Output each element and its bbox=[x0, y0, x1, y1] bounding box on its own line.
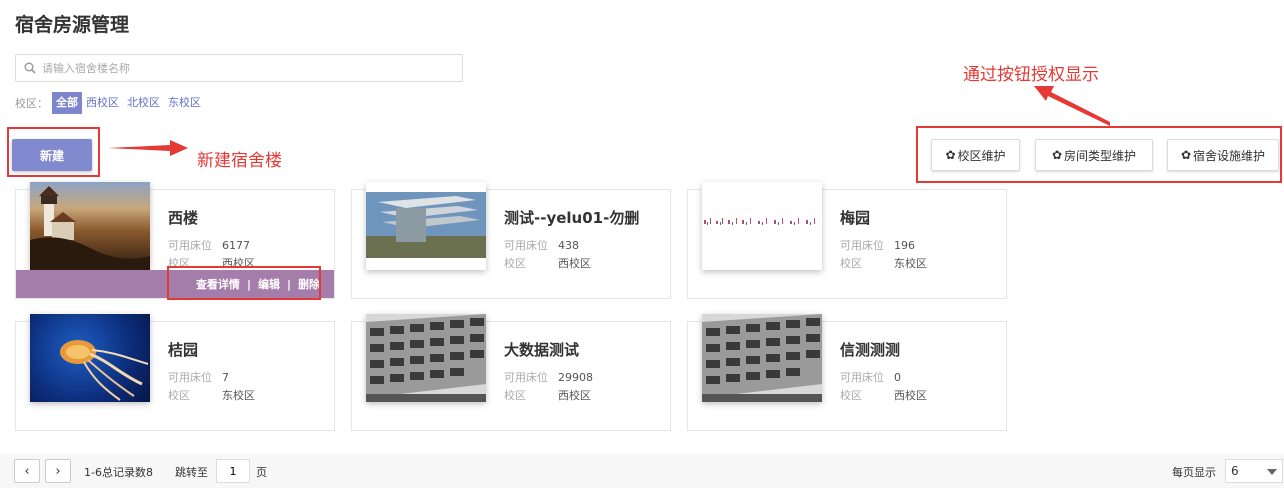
building-thumbnail bbox=[366, 182, 486, 270]
campus-label: 校区 bbox=[840, 257, 862, 270]
gear-icon: ✿ bbox=[945, 148, 956, 162]
campus-value: 东校区 bbox=[222, 389, 255, 402]
beds-value: 6177 bbox=[222, 239, 250, 252]
beds-label: 可用床位 bbox=[840, 371, 884, 384]
search-input[interactable] bbox=[42, 61, 442, 75]
beds-value: 438 bbox=[558, 239, 579, 252]
prev-page-button[interactable]: ‹ bbox=[14, 459, 40, 483]
building-name: 测试--yelu01-勿删 bbox=[504, 209, 640, 227]
beds-value: 196 bbox=[894, 239, 915, 252]
campus-value: 西校区 bbox=[894, 389, 927, 402]
building-thumbnail bbox=[702, 314, 822, 402]
building-thumbnail bbox=[702, 182, 822, 270]
campus-filter-label: 校区： bbox=[15, 97, 48, 110]
annotation-box-actions bbox=[167, 266, 321, 300]
building-thumbnail bbox=[30, 182, 150, 270]
search-box[interactable] bbox=[15, 54, 463, 82]
next-page-button[interactable]: › bbox=[45, 459, 71, 483]
campus-option-all[interactable]: 全部 bbox=[52, 92, 82, 114]
beds-label: 可用床位 bbox=[168, 371, 212, 384]
campus-option-east[interactable]: 东校区 bbox=[164, 92, 205, 114]
per-page-select[interactable]: 6 bbox=[1225, 459, 1283, 483]
annotation-arrow-new bbox=[108, 140, 188, 156]
beds-label: 可用床位 bbox=[168, 239, 212, 252]
campus-label: 校区 bbox=[840, 389, 862, 402]
page-unit-label: 页 bbox=[256, 466, 267, 479]
campus-value: 东校区 bbox=[894, 257, 927, 270]
gear-icon: ✿ bbox=[1051, 148, 1063, 162]
building-card[interactable]: 大数据测试 可用床位 29908 校区 西校区 bbox=[351, 314, 671, 431]
beds-label: 可用床位 bbox=[840, 239, 884, 252]
chevron-down-icon bbox=[1267, 469, 1277, 475]
campus-option-north[interactable]: 北校区 bbox=[123, 92, 164, 114]
jump-page-input[interactable] bbox=[216, 459, 250, 483]
building-thumbnail bbox=[30, 314, 150, 402]
campus-label: 校区 bbox=[504, 389, 526, 402]
campus-label: 校区 bbox=[504, 257, 526, 270]
beds-value: 0 bbox=[894, 371, 901, 384]
beds-label: 可用床位 bbox=[504, 371, 548, 384]
annotation-box-new bbox=[7, 127, 100, 177]
building-card[interactable]: 信测测测 可用床位 0 校区 西校区 bbox=[687, 314, 1007, 431]
room-type-maint-button[interactable]: ✿ 房间类型维护 bbox=[1035, 139, 1153, 171]
campus-label: 校区 bbox=[168, 389, 190, 402]
beds-value: 29908 bbox=[558, 371, 593, 384]
building-name: 西楼 bbox=[168, 209, 199, 227]
building-card[interactable]: 桔园 可用床位 7 校区 东校区 bbox=[15, 314, 335, 431]
gear-icon: ✿ bbox=[1180, 148, 1192, 162]
building-thumbnail bbox=[366, 314, 486, 402]
beds-value: 7 bbox=[222, 371, 229, 384]
campus-value: 西校区 bbox=[558, 257, 591, 270]
search-icon bbox=[24, 62, 36, 74]
building-name: 梅园 bbox=[840, 209, 871, 227]
page-title: 宿舍房源管理 bbox=[15, 14, 130, 36]
building-name: 信测测测 bbox=[840, 341, 901, 359]
beds-label: 可用床位 bbox=[504, 239, 548, 252]
facility-maint-button[interactable]: ✿ 宿舍设施维护 bbox=[1167, 139, 1279, 171]
pagination-bar: ‹ › 1-6总记录数8 跳转至 页 每页显示 6 bbox=[0, 454, 1284, 488]
campus-maint-button[interactable]: ✿ 校区维护 bbox=[931, 139, 1020, 171]
building-name: 桔园 bbox=[168, 341, 199, 359]
jump-label: 跳转至 bbox=[175, 466, 208, 479]
campus-value: 西校区 bbox=[558, 389, 591, 402]
per-page-label: 每页显示 bbox=[1172, 466, 1216, 479]
building-card[interactable]: 梅园 可用床位 196 校区 东校区 bbox=[687, 182, 1007, 299]
campus-option-west[interactable]: 西校区 bbox=[82, 92, 123, 114]
annotation-arrow-auth bbox=[1034, 86, 1110, 126]
campus-filter: 校区： 全部 西校区 北校区 东校区 bbox=[15, 92, 205, 114]
annotation-new-building: 新建宿舍楼 bbox=[197, 151, 282, 171]
per-page-value: 6 bbox=[1231, 464, 1239, 478]
record-summary: 1-6总记录数8 bbox=[84, 466, 153, 479]
building-card[interactable]: 测试--yelu01-勿删 可用床位 438 校区 西校区 bbox=[351, 182, 671, 299]
building-name: 大数据测试 bbox=[504, 341, 580, 359]
